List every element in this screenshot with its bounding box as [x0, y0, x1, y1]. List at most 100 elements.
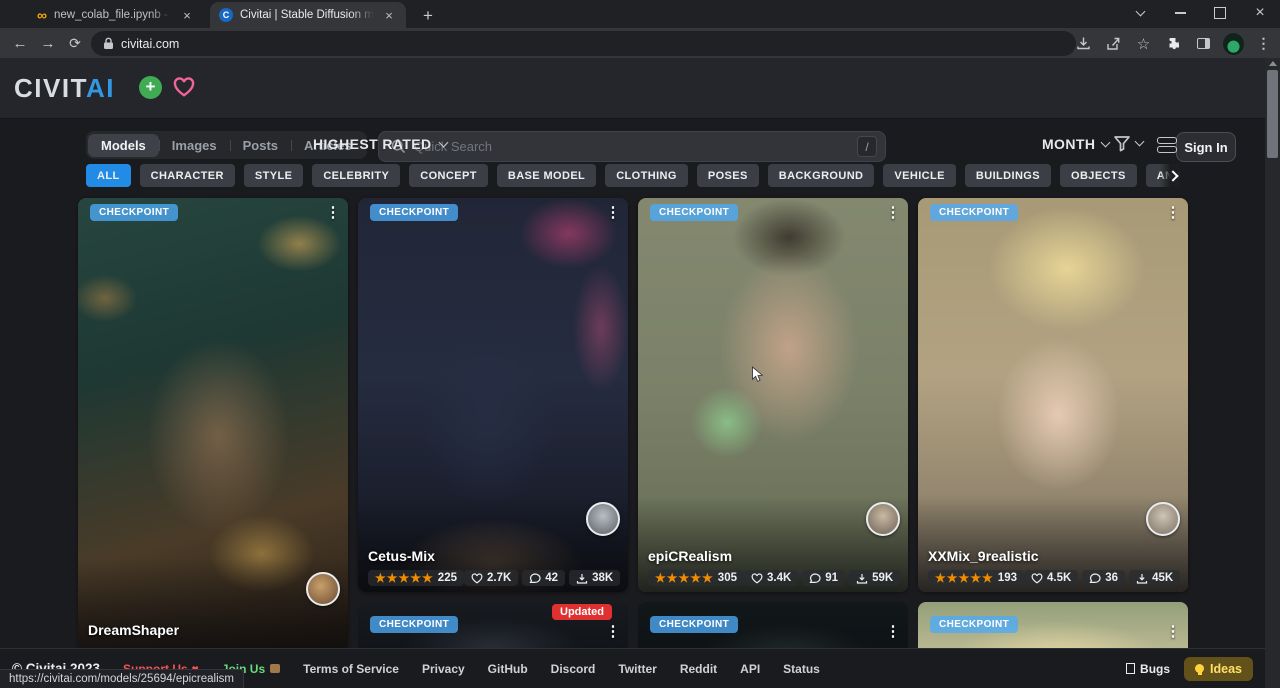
category-chip-objects[interactable]: OBJECTS — [1060, 164, 1137, 187]
ideas-button[interactable]: Ideas — [1184, 657, 1253, 681]
browser-profile-avatar[interactable] — [1223, 33, 1244, 54]
side-panel-icon[interactable] — [1193, 33, 1214, 54]
downloads-chip[interactable]: 38K — [569, 570, 620, 586]
maximize-icon[interactable] — [1200, 0, 1240, 26]
sign-in-button[interactable]: Sign In — [1176, 132, 1236, 162]
bookmark-star-icon[interactable] — [1133, 33, 1154, 54]
likes-chip[interactable]: 2.7K — [464, 570, 518, 586]
civitai-logo[interactable]: CIVITAI — [14, 73, 115, 103]
support-heart-icon[interactable] — [172, 76, 196, 103]
api-link[interactable]: API — [740, 662, 760, 676]
model-type-badge: CHECKPOINT — [930, 616, 1018, 633]
scroll-up-arrow[interactable] — [1269, 61, 1277, 66]
extensions-puzzle-icon[interactable] — [1163, 33, 1184, 54]
quick-search-bar[interactable]: / — [378, 131, 886, 162]
card-stats: 225 2.7K 42 38K — [368, 570, 618, 586]
model-type-badge: CHECKPOINT — [650, 616, 738, 633]
model-title: DreamShaper — [88, 622, 179, 638]
bugs-link[interactable]: Bugs — [1126, 662, 1170, 676]
card-menu-icon[interactable] — [322, 201, 344, 223]
card-menu-icon[interactable] — [1162, 201, 1184, 223]
category-chip-poses[interactable]: POSES — [697, 164, 759, 187]
filter-button[interactable] — [1113, 134, 1143, 152]
card-menu-icon[interactable] — [1162, 620, 1184, 642]
tab-close-icon[interactable] — [381, 7, 397, 23]
card-menu-icon[interactable] — [882, 620, 904, 642]
model-card-epicrealism[interactable]: CHECKPOINT epiCRealism 305 3.4K 91 59K — [638, 198, 908, 592]
back-icon[interactable] — [8, 31, 32, 55]
likes-chip[interactable]: 4.5K — [1024, 570, 1078, 586]
category-chip-clothing[interactable]: CLOTHING — [605, 164, 688, 187]
civitai-favicon — [219, 8, 233, 22]
downloads-chip[interactable]: 45K — [1129, 570, 1180, 586]
chip-scroll-right-button[interactable] — [1160, 163, 1186, 189]
page-scrollbar[interactable] — [1265, 58, 1280, 688]
link-status-bar: https://civitai.com/models/25694/epicrea… — [0, 669, 244, 688]
tab-posts[interactable]: Posts — [230, 134, 291, 157]
scrollbar-thumb[interactable] — [1267, 70, 1278, 158]
likes-chip[interactable]: 3.4K — [744, 570, 798, 586]
card-menu-icon[interactable] — [602, 201, 624, 223]
creator-avatar[interactable] — [866, 502, 900, 536]
minimize-icon[interactable] — [1160, 0, 1200, 26]
layout-toggle-icon[interactable] — [1157, 137, 1177, 153]
address-bar[interactable]: civitai.com — [91, 31, 1076, 56]
reddit-link[interactable]: Reddit — [680, 662, 717, 676]
lock-icon — [103, 37, 114, 50]
create-plus-button[interactable] — [139, 76, 162, 99]
creator-avatar[interactable] — [586, 502, 620, 536]
discord-link[interactable]: Discord — [551, 662, 596, 676]
github-link[interactable]: GitHub — [488, 662, 528, 676]
category-chip-background[interactable]: BACKGROUND — [768, 164, 875, 187]
card-stats: 305 3.4K 91 59K — [648, 570, 898, 586]
creator-avatar[interactable] — [1146, 502, 1180, 536]
rating-count: 305 — [718, 572, 737, 584]
model-card-dreamshaper[interactable]: CHECKPOINT DreamShaper — [78, 198, 348, 654]
tab-search-icon[interactable] — [1120, 0, 1160, 26]
close-icon[interactable] — [1240, 0, 1280, 26]
rating-count: 193 — [998, 572, 1017, 584]
new-tab-button[interactable] — [416, 4, 440, 28]
privacy-link[interactable]: Privacy — [422, 662, 465, 676]
tab-models[interactable]: Models — [88, 134, 159, 157]
tab-title: new_colab_file.ipynb - Colaborat — [54, 9, 172, 21]
tab-images[interactable]: Images — [159, 134, 230, 157]
chevron-right-icon — [1167, 170, 1178, 181]
category-chip-celebrity[interactable]: CELEBRITY — [312, 164, 400, 187]
twitter-link[interactable]: Twitter — [618, 662, 656, 676]
status-link[interactable]: Status — [783, 662, 820, 676]
downloads-chip[interactable]: 59K — [849, 570, 900, 586]
category-chip-all[interactable]: ALL — [86, 164, 131, 187]
comment-icon — [809, 573, 821, 584]
category-chip-vehicle[interactable]: VEHICLE — [883, 164, 955, 187]
browser-menu-icon[interactable] — [1253, 33, 1274, 54]
model-card-cetus-mix[interactable]: CHECKPOINT Cetus-Mix 225 2.7K 42 38K — [358, 198, 628, 592]
model-card-xxmix-9realistic[interactable]: CHECKPOINT XXMix_9realistic 193 4.5K 36 … — [918, 198, 1188, 592]
browser-tab-civitai[interactable]: Civitai | Stable Diffusion models, — [210, 2, 406, 28]
comments-chip[interactable]: 36 — [1082, 570, 1125, 586]
category-chip-style[interactable]: STYLE — [244, 164, 303, 187]
reload-icon[interactable] — [63, 31, 87, 55]
tab-close-icon[interactable] — [179, 7, 195, 23]
search-input[interactable] — [414, 139, 849, 154]
creator-avatar[interactable] — [306, 572, 340, 606]
card-menu-icon[interactable] — [602, 620, 624, 642]
share-icon[interactable] — [1103, 33, 1124, 54]
category-chip-character[interactable]: CHARACTER — [140, 164, 235, 187]
download-icon[interactable] — [1073, 33, 1094, 54]
comments-chip[interactable]: 42 — [522, 570, 565, 586]
sort-dropdown[interactable]: HIGHEST RATED — [313, 136, 447, 152]
chevron-down-icon — [1101, 137, 1111, 147]
category-chip-base-model[interactable]: BASE MODEL — [497, 164, 596, 187]
toolbar-icons — [1073, 31, 1274, 56]
card-menu-icon[interactable] — [882, 201, 904, 223]
browser-tab-colab[interactable]: new_colab_file.ipynb - Colaborat — [28, 2, 204, 28]
download-icon — [576, 573, 588, 584]
comments-chip[interactable]: 91 — [802, 570, 845, 586]
category-chip-buildings[interactable]: BUILDINGS — [965, 164, 1051, 187]
period-dropdown[interactable]: MONTH — [1042, 136, 1109, 152]
terms-link[interactable]: Terms of Service — [303, 662, 399, 676]
category-chip-concept[interactable]: CONCEPT — [409, 164, 488, 187]
forward-icon[interactable] — [36, 31, 60, 55]
model-type-badge: CHECKPOINT — [930, 204, 1018, 221]
